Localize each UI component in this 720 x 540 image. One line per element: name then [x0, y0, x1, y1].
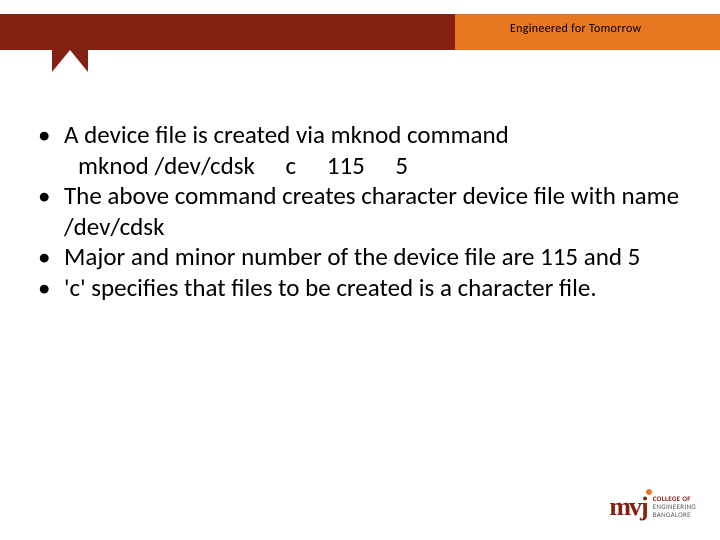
bullet-marker: • [38, 120, 64, 151]
logo-line3: Bangalore [653, 511, 696, 519]
bullet-item: • A device file is created via mknod com… [38, 120, 682, 151]
bullet-marker: • [38, 242, 64, 273]
logo-mark-text: mvj [609, 492, 646, 521]
header-notch-cut [52, 50, 88, 72]
bullet-text: Major and minor number of the device fil… [64, 242, 682, 273]
slide-content: • A device file is created via mknod com… [38, 120, 682, 303]
logo-dot-icon [646, 489, 652, 495]
bullet-marker: • [38, 181, 64, 242]
bullet-marker: • [38, 273, 64, 304]
bullet-item: • Major and minor number of the device f… [38, 242, 682, 273]
bullet-text: 'c' specifies that files to be created i… [64, 273, 682, 304]
logo-text: College of Engineering Bangalore [653, 495, 696, 518]
bullet-item: • 'c' specifies that files to be created… [38, 273, 682, 304]
bullet-text: A device file is created via mknod comma… [64, 120, 682, 151]
bullet-item: • The above command creates character de… [38, 181, 682, 242]
bullet-text: The above command creates character devi… [64, 181, 682, 242]
logo-mark: mvj [609, 492, 646, 522]
bullet-subtext: mknod /dev/cdsk c 115 5 [38, 151, 682, 182]
footer-logo: mvj College of Engineering Bangalore [609, 492, 696, 522]
header-tagline: Engineered for Tomorrow [510, 22, 641, 36]
header-main-bar [0, 14, 455, 50]
